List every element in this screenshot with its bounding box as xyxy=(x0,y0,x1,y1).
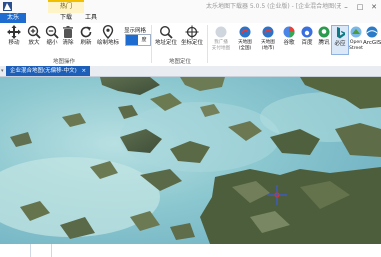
ribbon-panel: 移动 放大 缩小 清除 刷新 绘制地标 地图操作 显示网格 格 度 地址定位 坐… xyxy=(0,23,381,67)
provider-label: 百度 xyxy=(301,40,313,46)
zoom-out-icon xyxy=(45,25,59,39)
tab-tools[interactable]: 工具 xyxy=(80,13,102,23)
trash-icon xyxy=(63,26,73,38)
address-locate-button[interactable]: 地址定位 xyxy=(154,25,178,55)
address-locate-label: 地址定位 xyxy=(154,40,177,46)
app-icon xyxy=(3,2,12,11)
display-grid-toggle[interactable]: 格 度 xyxy=(125,34,151,46)
map-locate-group-label: 地图定位 xyxy=(168,59,191,65)
document-tab[interactable]: 企业混合地图(无偏移-中文) × xyxy=(6,66,91,76)
zoom-in-label: 放大 xyxy=(28,40,40,46)
provider-label: 我广播 支付地图 xyxy=(211,40,231,51)
provider-label: 谷歌 xyxy=(283,40,295,46)
clear-label: 清除 xyxy=(62,40,74,46)
provider-button[interactable]: 百度 xyxy=(298,25,316,55)
bing-icon xyxy=(337,27,345,39)
provider-label: ArcGIS xyxy=(363,40,381,46)
coordinate-locate-button[interactable]: 坐标定位 xyxy=(180,25,204,55)
openstreetmap-icon xyxy=(350,26,362,38)
document-tab-label: 企业混合地图(无偏移-中文) xyxy=(10,68,77,74)
draw-marker-button[interactable]: 绘制地标 xyxy=(96,25,120,55)
separator xyxy=(207,25,208,63)
map-pin-icon xyxy=(102,25,114,39)
provider-button[interactable]: 天地图 (全国) xyxy=(234,25,256,55)
map-operation-group-label: 地图操作 xyxy=(52,59,75,65)
google-icon xyxy=(283,26,295,38)
tab-taile[interactable]: 太乐 xyxy=(0,13,26,23)
provider-button[interactable]: 天地图 (地市) xyxy=(257,25,279,55)
zoom-in-icon xyxy=(27,25,41,39)
refresh-button[interactable]: 刷新 xyxy=(76,25,96,55)
title-bar: 热门 太乐地图下载器 5.0.5 (企业版) - [企业混合地图(无偏移-中文)… xyxy=(0,0,381,13)
minimize-button[interactable]: – xyxy=(339,0,353,13)
close-icon[interactable]: × xyxy=(82,68,87,74)
move-label: 移动 xyxy=(8,40,20,46)
coordinate-locate-label: 坐标定位 xyxy=(180,40,203,46)
provider-label: 天地图 (全国) xyxy=(238,40,252,51)
provider-button[interactable]: ArcGIS xyxy=(363,25,381,55)
zoom-in-button[interactable]: 放大 xyxy=(24,25,44,55)
provider-label: 天地图 (地市) xyxy=(261,40,275,51)
refresh-label: 刷新 xyxy=(80,40,92,46)
maximize-button[interactable]: □ xyxy=(353,0,367,13)
map-canvas[interactable] xyxy=(0,77,381,244)
close-button[interactable]: ✕ xyxy=(367,0,381,13)
draw-marker-label: 绘制地标 xyxy=(96,40,119,46)
globe-icon xyxy=(215,26,227,38)
search-icon xyxy=(159,25,173,39)
tencent-icon xyxy=(318,26,330,38)
display-grid-label: 显示网格 xyxy=(124,28,147,34)
refresh-icon xyxy=(80,26,92,38)
window-title: 太乐地图下载器 5.0.5 (企业版) - [企业混合地图(无偏移-中文)] xyxy=(206,3,341,10)
ribbon-tabs: 太乐 地图 下载 工具 xyxy=(0,13,381,257)
tianditu-icon xyxy=(262,26,274,38)
grid-option-cell[interactable]: 格 xyxy=(126,35,138,45)
provider-button[interactable]: 我广播 支付地图 xyxy=(210,25,232,55)
satellite-imagery xyxy=(0,77,381,244)
grid-option-degree[interactable]: 度 xyxy=(138,35,150,45)
crosshair-icon xyxy=(185,25,199,39)
context-tab-label: 热门 xyxy=(48,0,84,13)
tianditu-icon xyxy=(239,26,251,38)
document-tab-bar: ▾ 企业混合地图(无偏移-中文) × xyxy=(0,66,381,77)
move-icon xyxy=(7,25,21,39)
baidu-icon xyxy=(301,26,313,38)
tab-download[interactable]: 下载 xyxy=(56,13,76,23)
arcgis-icon xyxy=(366,26,378,38)
move-button[interactable]: 移动 xyxy=(4,25,24,55)
pin-icon[interactable]: ▾ xyxy=(1,66,4,76)
clear-button[interactable]: 清除 xyxy=(58,25,78,55)
provider-button[interactable]: 谷歌 xyxy=(280,25,298,55)
provider-label: 必应 xyxy=(334,41,346,47)
